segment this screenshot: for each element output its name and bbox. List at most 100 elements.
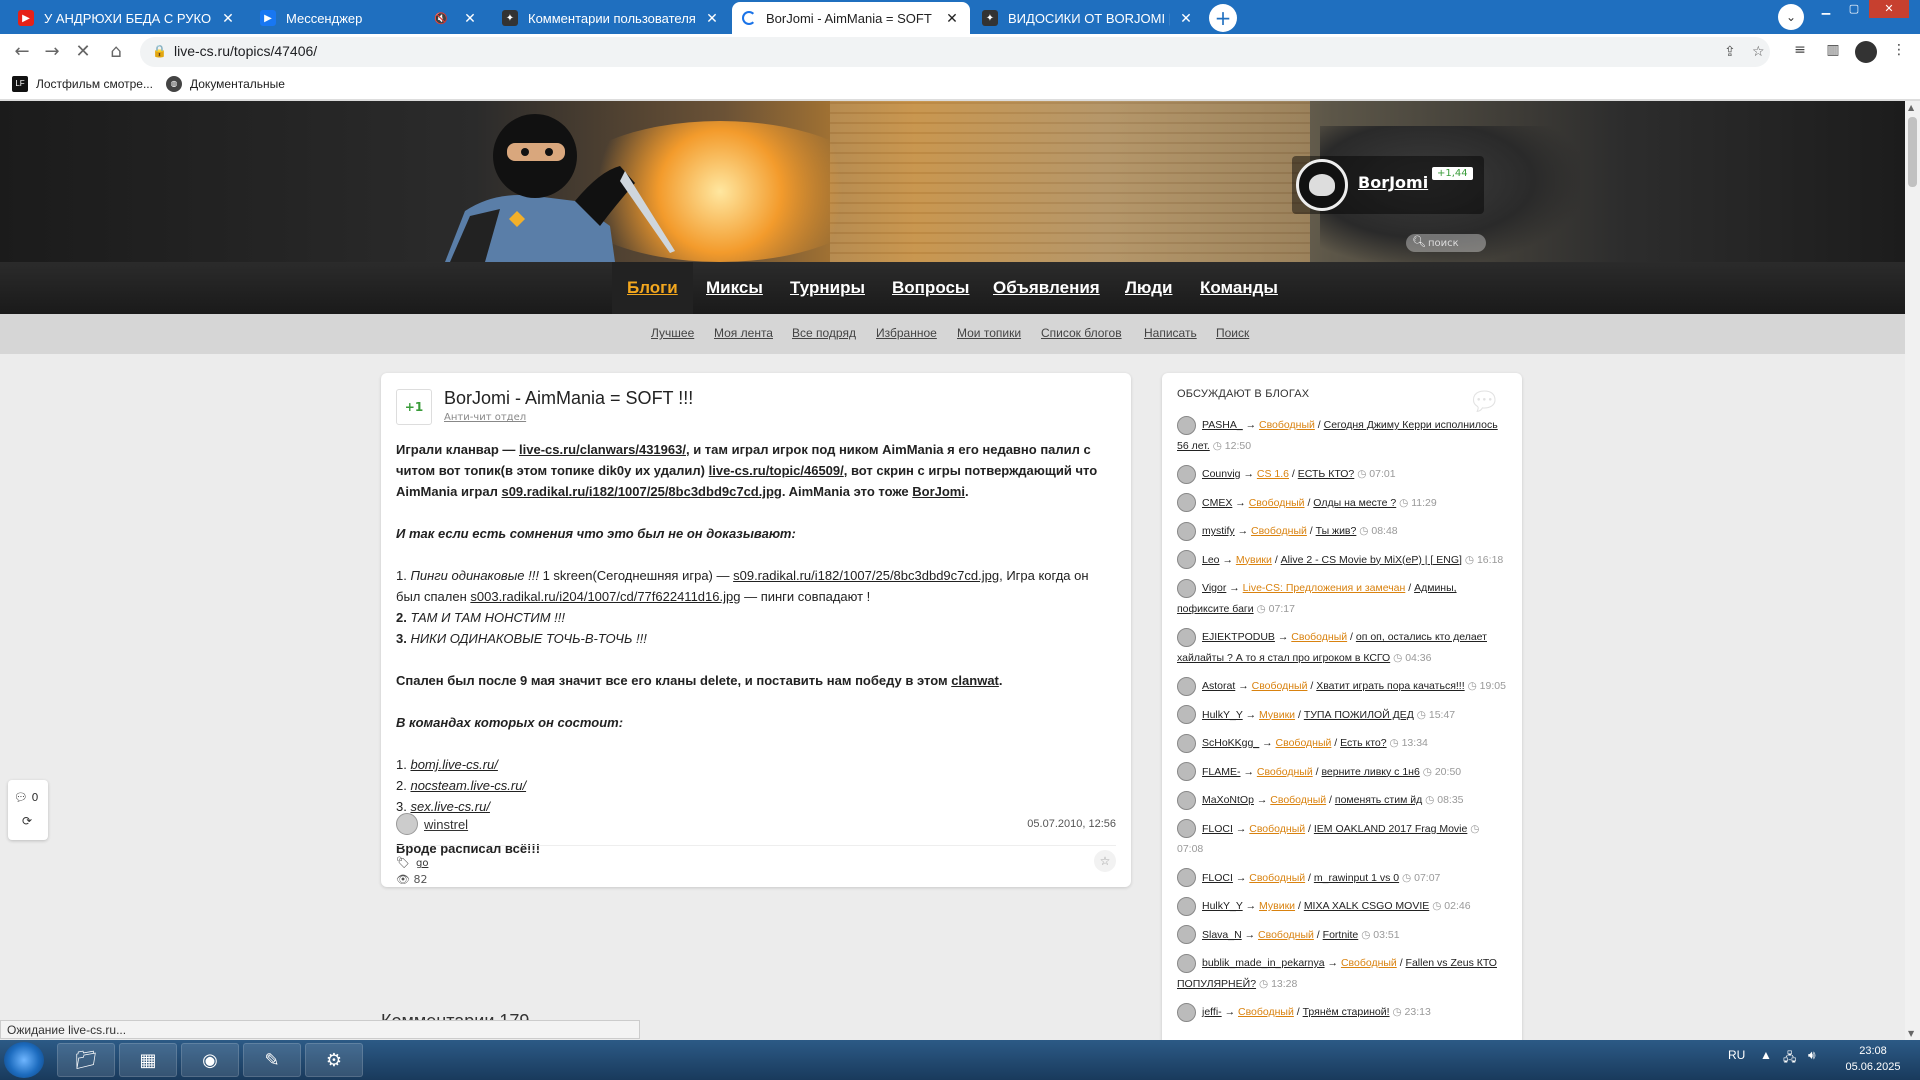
vote-score[interactable]: +1 (396, 389, 432, 425)
lock-icon[interactable]: 🔒 (152, 44, 167, 58)
discussion-user[interactable]: FLOCI (1202, 872, 1233, 884)
user-avatar[interactable] (1177, 762, 1196, 782)
menu-kebab-icon[interactable]: ⋮ (1888, 42, 1910, 64)
site-logo-mascot[interactable] (425, 101, 725, 262)
discussion-blog[interactable]: Свободный (1249, 823, 1305, 835)
discussion-user[interactable]: PASHA_ (1202, 419, 1243, 431)
steam-taskbar-icon[interactable]: ⚙ (305, 1043, 363, 1077)
discussion-item[interactable]: Vigor → Live-CS: Предложения и замечан /… (1177, 578, 1507, 619)
bookmark-lostfilm[interactable]: LF Лостфильм смотре... (12, 76, 153, 92)
network-icon[interactable]: 🖧︎ (1783, 1048, 1796, 1069)
language-indicator[interactable]: RU (1728, 1048, 1745, 1062)
team-link-bomj[interactable]: bomj.live-cs.ru/ (410, 757, 497, 772)
scrollbar-thumb[interactable] (1908, 117, 1917, 187)
screenshot-link-1[interactable]: s09.radikal.ru/i182/1007/25/8bc3dbd9c7cd… (733, 568, 999, 583)
comments-counter[interactable]: 💬︎ 0 (14, 791, 38, 804)
user-avatar[interactable] (1177, 790, 1196, 810)
discussion-user[interactable]: FLOCI (1202, 823, 1233, 835)
profile-avatar[interactable] (1855, 41, 1877, 63)
user-name-link[interactable]: BorJomi (1358, 173, 1428, 192)
user-avatar[interactable] (1177, 578, 1196, 598)
window-close-button[interactable]: ✕ (1869, 0, 1909, 18)
discussion-item[interactable]: FLAME- → Свободный / верните ливку с 1н6… (1177, 762, 1507, 783)
clanwar-link[interactable]: live-cs.ru/clanwars/431963/ (519, 442, 686, 457)
user-avatar[interactable] (1177, 1002, 1196, 1022)
tab-search-button[interactable]: ⌄ (1778, 4, 1804, 30)
user-avatar[interactable] (1177, 868, 1196, 888)
user-avatar[interactable] (1296, 159, 1348, 211)
page-scrollbar[interactable]: ▲ ▼ (1905, 101, 1920, 1040)
team-link-sex[interactable]: sex.live-cs.ru/ (410, 799, 489, 814)
screenshot-link-2[interactable]: s003.radikal.ru/i204/1007/cd/77f622411d1… (470, 589, 740, 604)
stop-loading-button[interactable]: ✕ (71, 40, 95, 64)
discussion-blog[interactable]: Свободный (1291, 631, 1347, 643)
discussion-item[interactable]: Counvig → CS 1.6 / ЕСТЬ КТО? ◷ 07:01 (1177, 464, 1507, 485)
borjomi-link[interactable]: BorJomi (912, 484, 965, 499)
subnav-blog-list[interactable]: Список блогов (1041, 326, 1122, 340)
discussion-blog[interactable]: Свободный (1259, 419, 1315, 431)
bookmark-documentary[interactable]: ◍ Документальные (166, 76, 285, 92)
start-button[interactable] (4, 1042, 44, 1078)
forward-button[interactable]: → (40, 40, 64, 64)
search-icon[interactable]: 🔍︎ (1412, 235, 1426, 248)
author-avatar[interactable] (396, 813, 418, 835)
scroll-down-arrow[interactable]: ▼ (1908, 1029, 1914, 1038)
browser-tab-2[interactable]: ▶ Мессенджер 🔇 ✕ (250, 2, 488, 34)
tray-expand-icon[interactable]: ▲ (1760, 1048, 1772, 1062)
user-avatar[interactable] (1177, 705, 1196, 725)
user-avatar[interactable] (1177, 627, 1196, 647)
discussion-item[interactable]: jeffi- → Свободный / Трянём стариной! ◷ … (1177, 1002, 1507, 1023)
user-avatar[interactable] (1177, 521, 1196, 541)
discussion-blog[interactable]: Мувики (1236, 554, 1272, 566)
discussion-topic[interactable]: Fortnite (1323, 929, 1359, 941)
subnav-write[interactable]: Написать (1144, 326, 1197, 340)
discussion-topic[interactable]: Хватит играть пора качаться!!! (1316, 680, 1464, 692)
explorer-taskbar-icon[interactable]: 📁︎ (57, 1043, 115, 1077)
clanwat-link[interactable]: clanwat (951, 673, 999, 688)
discussion-user[interactable]: HulkY_Y (1202, 709, 1243, 721)
discussion-topic[interactable]: m_rawinput 1 vs 0 (1314, 872, 1399, 884)
discussion-blog[interactable]: CS 1.6 (1257, 468, 1289, 480)
discussion-blog[interactable]: Свободный (1270, 794, 1326, 806)
discussion-blog[interactable]: Мувики (1259, 709, 1295, 721)
close-icon[interactable]: ✕ (704, 10, 720, 27)
discussion-user[interactable]: Counvig (1202, 468, 1241, 480)
browser-tab-5[interactable]: ✦ ВИДОСИКИ ОТ BORJOMI | Стра ✕ (972, 2, 1204, 34)
subnav-favorites[interactable]: Избранное (876, 326, 937, 340)
discussion-topic[interactable]: Трянём стариной! (1303, 1006, 1390, 1018)
close-icon[interactable]: ✕ (462, 10, 478, 27)
close-icon[interactable]: ✕ (944, 10, 960, 27)
subnav-search[interactable]: Поиск (1216, 326, 1249, 340)
system-clock[interactable]: 23:08 05.06.2025 (1838, 1043, 1908, 1075)
subnav-my-feed[interactable]: Моя лента (714, 326, 773, 340)
side-panel-icon[interactable]: ▥ (1822, 42, 1844, 64)
browser-tab-4-active[interactable]: BorJomi - AimMania = SOFT !!! ✕ (732, 2, 970, 34)
discussion-user[interactable]: Vigor (1202, 582, 1226, 594)
discussion-item[interactable]: MaXoNtOp → Свободный / поменять стим йд … (1177, 790, 1507, 811)
user-avatar[interactable] (1177, 550, 1196, 570)
discussion-item[interactable]: HulkY_Y → Мувики / MIXA XALK CSGO MOVIE … (1177, 896, 1507, 917)
discussion-user[interactable]: bublik_made_in_pekarnya (1202, 957, 1325, 969)
author-name[interactable]: winstrel (424, 817, 468, 832)
speaker-muted-icon[interactable]: 🔇 (434, 12, 448, 25)
reading-list-icon[interactable]: ≡ (1789, 42, 1811, 64)
discussion-user[interactable]: jeffi- (1202, 1006, 1222, 1018)
discussion-topic[interactable]: IEM OAKLAND 2017 Frag Movie (1314, 823, 1467, 835)
discussion-blog[interactable]: Свободный (1257, 766, 1313, 778)
team-link-nocsteam[interactable]: nocsteam.live-cs.ru/ (410, 778, 526, 793)
discussion-item[interactable]: EJIEKTPODUB → Свободный / оп оп, осталис… (1177, 627, 1507, 668)
discussion-topic[interactable]: ЕСТЬ КТО? (1298, 468, 1355, 480)
close-icon[interactable]: ✕ (1178, 10, 1194, 27)
discussion-blog[interactable]: Свободный (1276, 737, 1332, 749)
discussion-item[interactable]: mystify → Свободный / Ты жив? ◷ 08:48 (1177, 521, 1507, 542)
article-blog-link[interactable]: Анти-чит отдел (444, 412, 526, 423)
user-avatar[interactable] (1177, 733, 1196, 753)
discussion-blog[interactable]: Свободный (1258, 929, 1314, 941)
discussion-topic[interactable]: Олды на месте ? (1313, 497, 1396, 509)
close-icon[interactable]: ✕ (220, 10, 236, 27)
screenshot-link[interactable]: s09.radikal.ru/i182/1007/25/8bc3dbd9c7cd… (501, 484, 781, 499)
minimize-button[interactable]: ▁ (1813, 0, 1839, 18)
discussion-user[interactable]: MaXoNtOp (1202, 794, 1254, 806)
discussion-user[interactable]: Leo (1202, 554, 1220, 566)
discussion-item[interactable]: PASHA_ → Свободный / Сегодня Джиму Керри… (1177, 415, 1507, 456)
